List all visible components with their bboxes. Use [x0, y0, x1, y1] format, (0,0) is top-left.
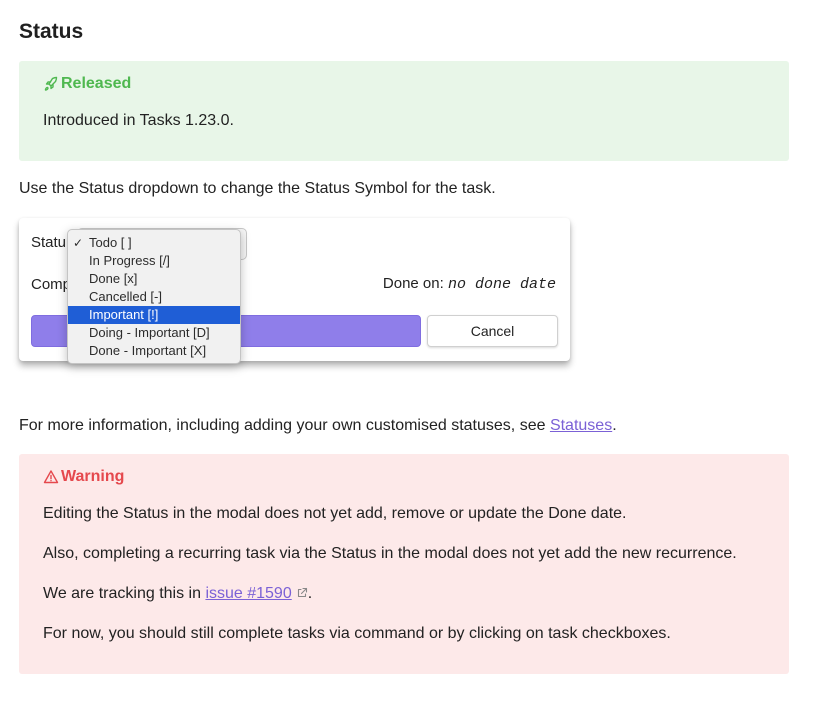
issue-1590-link[interactable]: issue #1590 [205, 585, 291, 602]
released-callout: Released Introduced in Tasks 1.23.0. [19, 61, 789, 161]
cancel-button[interactable]: Cancel [427, 315, 558, 347]
warning-icon [43, 469, 59, 485]
warning-p3-suffix: . [307, 585, 313, 602]
checkmark-icon: ✓ [73, 236, 84, 250]
status-option-done[interactable]: Done [x] [68, 270, 240, 288]
warning-callout-title: Warning [43, 468, 124, 486]
status-option-in-progress[interactable]: In Progress [/] [68, 252, 240, 270]
more-info-text: For more information, including adding y… [19, 417, 617, 435]
warning-callout: Warning Editing the Status in the modal … [19, 454, 789, 674]
warning-title-text: Warning [61, 468, 125, 485]
status-option-important[interactable]: Important [!] [68, 306, 240, 324]
released-callout-body: Introduced in Tasks 1.23.0. [43, 112, 234, 129]
status-option-label: Cancelled [-] [89, 289, 162, 304]
statuses-link[interactable]: Statuses [550, 417, 612, 434]
done-on-field: Done on: no done date [383, 275, 556, 293]
warning-paragraph-1: Editing the Status in the modal does not… [43, 505, 627, 522]
done-on-value: no done date [447, 276, 556, 293]
completed-label: Comp [31, 276, 72, 293]
status-dropdown-menu: ✓ Todo [ ] In Progress [/] Done [x] Canc… [67, 229, 241, 364]
status-label: Statu [31, 234, 67, 251]
external-link-icon [296, 586, 308, 604]
warning-paragraph-3: We are tracking this in issue #1590 . [43, 585, 312, 604]
status-option-done-important[interactable]: Done - Important [X] [68, 342, 240, 360]
done-on-label: Done on: [382, 275, 444, 292]
intro-text: Use the Status dropdown to change the St… [19, 180, 496, 197]
status-option-cancelled[interactable]: Cancelled [-] [68, 288, 240, 306]
status-option-doing-important[interactable]: Doing - Important [D] [68, 324, 240, 342]
warning-p3-prefix: We are tracking this in [43, 585, 206, 602]
status-option-label: Todo [ ] [89, 235, 132, 250]
status-option-label: In Progress [/] [89, 253, 170, 268]
status-option-todo[interactable]: ✓ Todo [ ] [68, 234, 240, 252]
status-option-label: Done - Important [X] [89, 343, 207, 358]
status-option-label: Important [!] [89, 307, 159, 322]
warning-paragraph-4: For now, you should still complete tasks… [43, 625, 671, 642]
warning-paragraph-2: Also, completing a recurring task via th… [43, 545, 737, 562]
status-option-label: Done [x] [89, 271, 138, 286]
released-title-text: Released [61, 75, 132, 92]
released-callout-title: Released [43, 75, 131, 93]
status-option-label: Doing - Important [D] [89, 325, 210, 340]
rocket-icon [43, 76, 59, 92]
page-title: Status [19, 20, 84, 43]
more-info-prefix: For more information, including adding y… [19, 417, 550, 434]
more-info-suffix: . [612, 417, 617, 434]
